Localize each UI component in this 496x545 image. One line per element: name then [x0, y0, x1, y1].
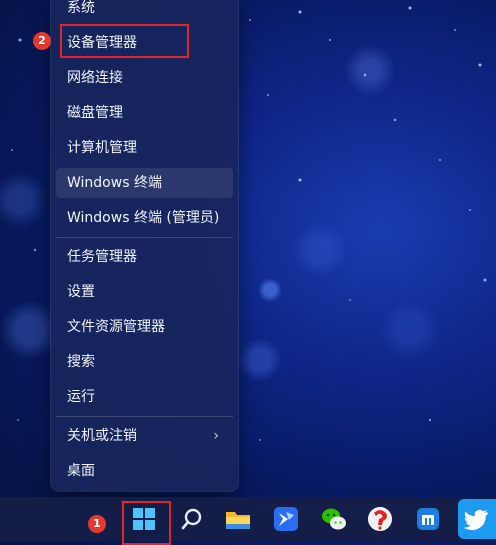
- menu-separator: [56, 237, 233, 238]
- menu-item-shutdown-signout[interactable]: 关机或注销 ›: [56, 421, 233, 451]
- menu-separator: [56, 416, 233, 417]
- menu-item-desktop[interactable]: 桌面: [56, 456, 233, 486]
- menu-item-windows-terminal[interactable]: Windows 终端: [56, 168, 233, 198]
- menu-item-system[interactable]: 系统: [56, 0, 233, 23]
- menu-item-computer-management[interactable]: 计算机管理: [56, 133, 233, 163]
- menu-item-network-connections[interactable]: 网络连接: [56, 63, 233, 93]
- highlight-device-manager: [60, 24, 189, 58]
- step-badge-2: 2: [33, 32, 51, 50]
- menu-item-disk-management[interactable]: 磁盘管理: [56, 98, 233, 128]
- highlight-start-button: [122, 501, 171, 545]
- menu-item-task-manager[interactable]: 任务管理器: [56, 242, 233, 272]
- menu-item-settings[interactable]: 设置: [56, 277, 233, 307]
- search-icon[interactable]: [176, 503, 208, 535]
- menu-item-search[interactable]: 搜索: [56, 347, 233, 377]
- wechat-icon[interactable]: [318, 503, 350, 535]
- step-badge-1: 1: [88, 515, 106, 533]
- menu-item-file-explorer[interactable]: 文件资源管理器: [56, 312, 233, 342]
- feishu-icon[interactable]: [270, 503, 302, 535]
- twitter-icon[interactable]: [458, 499, 496, 539]
- file-explorer-icon[interactable]: [222, 503, 254, 535]
- menu-item-windows-terminal-admin[interactable]: Windows 终端 (管理员): [56, 203, 233, 233]
- app-icon[interactable]: [364, 503, 396, 535]
- taskbar: [0, 497, 496, 541]
- maxthon-icon[interactable]: [412, 503, 444, 535]
- menu-item-run[interactable]: 运行: [56, 382, 233, 412]
- chevron-right-icon: ›: [213, 428, 219, 444]
- winx-context-menu: 系统 设备管理器 网络连接 磁盘管理 计算机管理 Windows 终端 Wind…: [51, 0, 238, 491]
